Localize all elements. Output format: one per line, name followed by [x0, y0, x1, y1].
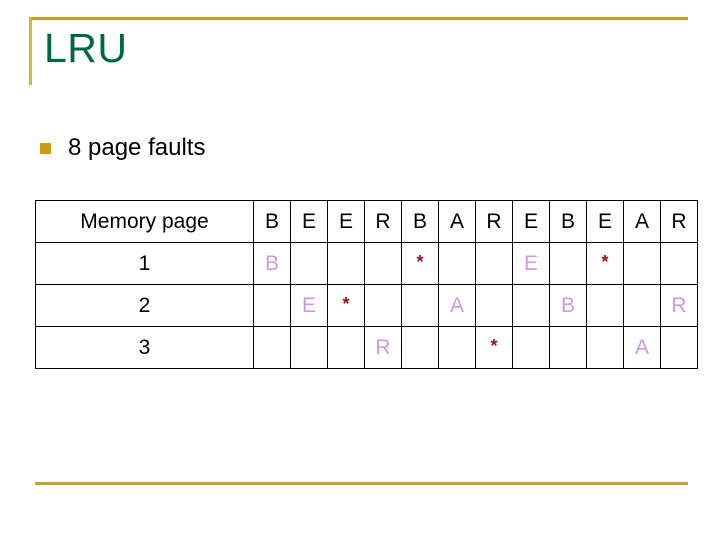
frame-cell: [327, 242, 365, 285]
frame-cell: B: [253, 242, 291, 285]
page-fault-marker: *: [342, 293, 350, 314]
slide-accent-bottom-line: [35, 482, 688, 485]
frame-cell: [623, 242, 661, 285]
reference-cell: B: [253, 200, 291, 243]
frame-cell: [586, 326, 624, 369]
frame-cell: *: [401, 242, 439, 285]
reference-cell: R: [475, 200, 513, 243]
square-bullet-icon: [40, 142, 51, 154]
frame-cell: [549, 242, 587, 285]
reference-cell: E: [586, 200, 624, 243]
frame-cell: R: [364, 326, 402, 369]
reference-cell: R: [660, 200, 698, 243]
frame-cell: [364, 284, 402, 327]
page-fault-marker: *: [490, 335, 498, 356]
frame-cell: [438, 242, 476, 285]
memory-page-table: Memory page B E E R B A R E B E A R 1 B …: [35, 200, 698, 369]
bullet-list-item: 8 page faults: [40, 134, 205, 162]
resident-page-letter: E: [523, 251, 538, 275]
resident-page-letter: A: [449, 293, 464, 317]
reference-cell: E: [290, 200, 328, 243]
table-header-row: Memory page B E E R B A R E B E A R: [35, 200, 698, 243]
frame-cell: A: [438, 284, 476, 327]
frame-cell: [549, 326, 587, 369]
page-fault-marker: *: [416, 251, 424, 272]
table-body: Memory page B E E R B A R E B E A R 1 B …: [35, 200, 698, 369]
resident-page-letter: R: [375, 335, 391, 359]
resident-page-letter: B: [264, 251, 279, 275]
frame-cell: [364, 242, 402, 285]
slide-accent-top-line: [29, 17, 688, 20]
frame-cell: E: [512, 242, 550, 285]
frame-label-cell: 2: [35, 284, 254, 327]
frame-cell: [253, 326, 291, 369]
bullet-item-label: 8 page faults: [68, 134, 206, 161]
resident-page-letter: A: [634, 335, 649, 359]
page-title: LRU: [44, 25, 128, 71]
frame-cell: [290, 242, 328, 285]
reference-cell: A: [623, 200, 661, 243]
reference-cell: A: [438, 200, 476, 243]
page-fault-marker: *: [601, 251, 609, 272]
frame-cell: [438, 326, 476, 369]
frame-cell: E: [290, 284, 328, 327]
frame-cell: [290, 326, 328, 369]
table-row: 2 E * A B R: [35, 284, 698, 327]
frame-cell: [475, 242, 513, 285]
frame-cell: B: [549, 284, 587, 327]
frame-cell: *: [475, 326, 513, 369]
frame-cell: R: [660, 284, 698, 327]
reference-cell: B: [401, 200, 439, 243]
table-row: 3 R * A: [35, 326, 698, 369]
frame-cell: [512, 284, 550, 327]
frame-cell: [401, 326, 439, 369]
frame-cell: [512, 326, 550, 369]
reference-cell: E: [512, 200, 550, 243]
resident-page-letter: E: [301, 293, 316, 317]
frame-cell: A: [623, 326, 661, 369]
frame-label-cell: 3: [35, 326, 254, 369]
reference-cell: E: [327, 200, 365, 243]
frame-cell: [401, 284, 439, 327]
resident-page-letter: B: [560, 293, 575, 317]
frame-cell: [660, 242, 698, 285]
frame-cell: *: [586, 242, 624, 285]
frame-label-cell: 1: [35, 242, 254, 285]
frame-cell: [327, 326, 365, 369]
reference-cell: R: [364, 200, 402, 243]
slide-accent-left-bar: [29, 17, 32, 85]
frame-cell: [475, 284, 513, 327]
reference-cell: B: [549, 200, 587, 243]
frame-cell: [623, 284, 661, 327]
frame-cell: *: [327, 284, 365, 327]
frame-cell: [253, 284, 291, 327]
table-row: 1 B * E *: [35, 242, 698, 285]
memory-page-header-cell: Memory page: [35, 200, 254, 243]
frame-cell: [586, 284, 624, 327]
frame-cell: [660, 326, 698, 369]
resident-page-letter: R: [671, 293, 687, 317]
